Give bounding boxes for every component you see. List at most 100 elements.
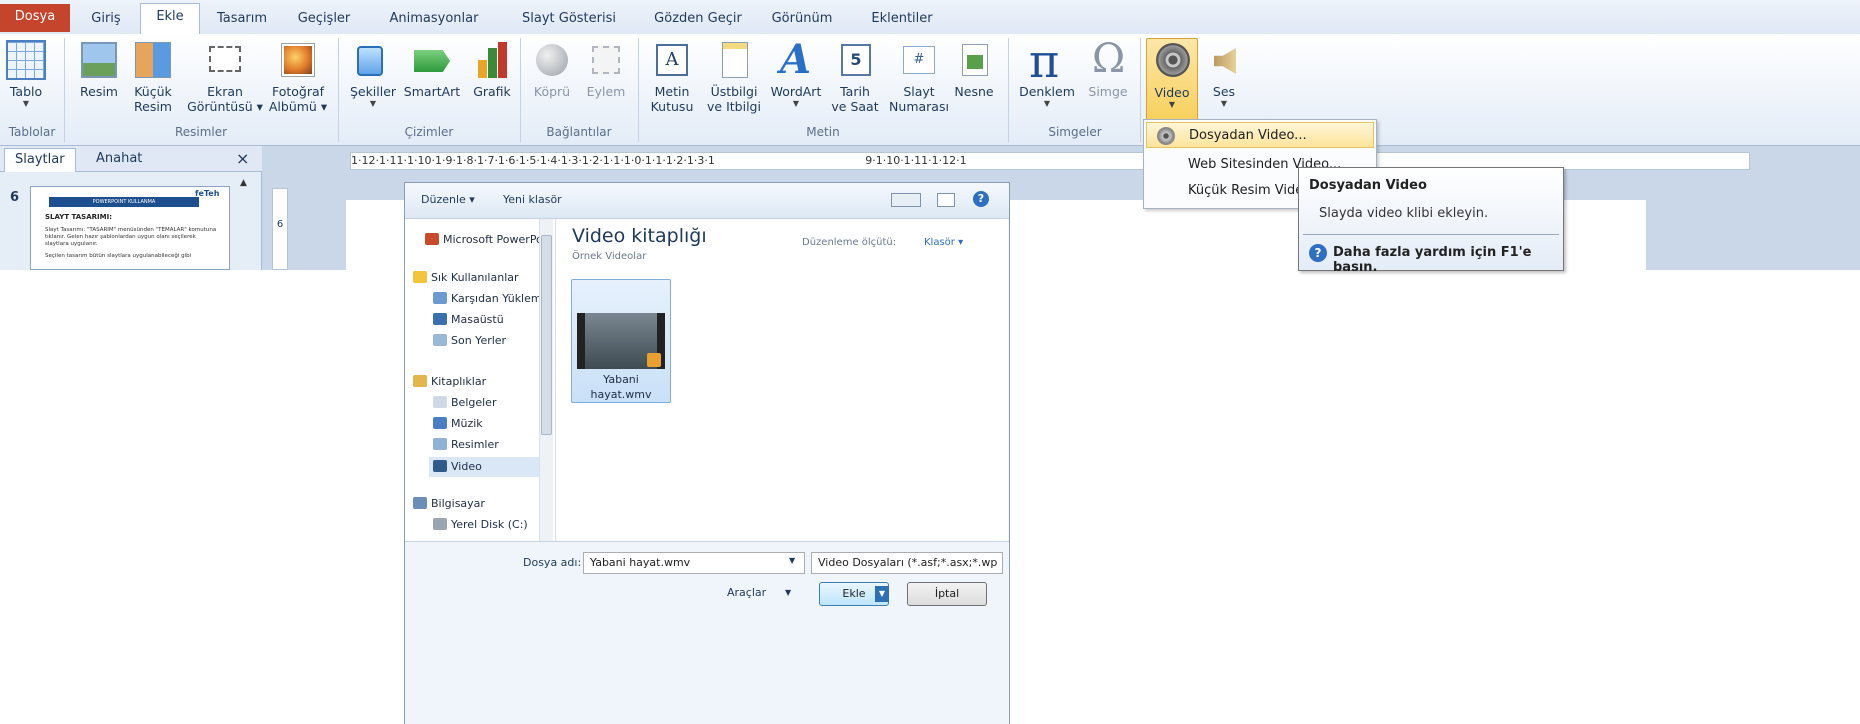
equation-button[interactable]: π Denklem ▼ — [1014, 34, 1080, 124]
nav-local-disk[interactable]: Yerel Disk (C:) — [433, 518, 528, 531]
chart-button[interactable]: Grafik — [466, 38, 518, 124]
action-button[interactable]: Eylem — [580, 38, 632, 124]
tab-anahat[interactable]: Anahat — [86, 148, 152, 172]
video-button[interactable]: Video ▼ — [1146, 38, 1198, 124]
new-folder-button[interactable]: Yeni klasör — [503, 193, 562, 206]
nav-scrollbar[interactable] — [539, 219, 553, 541]
thumb-logo: feTeh — [195, 189, 220, 198]
nav-video[interactable]: Video — [429, 457, 541, 477]
nav-label: Sık Kullanılanlar — [431, 271, 519, 284]
smartart-button[interactable]: SmartArt — [400, 38, 464, 124]
action-label: Eylem — [586, 84, 626, 99]
nav-downloads[interactable]: Karşıdan Yüklem — [433, 292, 542, 305]
nav-favorites[interactable]: Sık Kullanılanlar — [413, 271, 519, 284]
tab-eklentiler[interactable]: Eklentiler — [852, 6, 952, 34]
tab-slaytlar[interactable]: Slaytlar — [4, 148, 76, 172]
table-button[interactable]: Tablo ▼ — [0, 38, 52, 124]
preview-pane-icon[interactable] — [937, 193, 955, 207]
view-options-icon[interactable] — [891, 193, 921, 207]
nav-libraries[interactable]: Kitaplıklar — [413, 375, 486, 388]
textbox-button[interactable]: A Metin Kutusu — [644, 38, 700, 124]
disk-icon — [433, 518, 447, 530]
pictures-icon — [433, 438, 447, 450]
menu-item-video-from-file[interactable]: Dosyadan Video... — [1146, 122, 1374, 148]
date-time-button[interactable]: 5 Tarih ve Saat — [826, 38, 884, 124]
insert-dropdown-icon[interactable]: ▼ — [875, 586, 889, 602]
nav-desktop[interactable]: Masaüstü — [433, 313, 504, 326]
screenshot-button[interactable]: Ekran Görüntüsü ▾ — [182, 38, 268, 124]
wordart-button[interactable]: A WordArt ▼ — [766, 36, 826, 124]
tab-giris[interactable]: Giriş — [80, 6, 132, 34]
tab-gozden-gecir[interactable]: Gözden Geçir — [638, 6, 758, 34]
cancel-button[interactable]: İptal — [907, 582, 987, 606]
tab-tasarim[interactable]: Tasarım — [206, 6, 278, 34]
help-icon[interactable]: ? — [973, 191, 989, 207]
nav-label: Kitaplıklar — [431, 375, 487, 388]
nav-documents[interactable]: Belgeler — [433, 396, 496, 409]
recent-places-icon — [433, 334, 447, 346]
slide-number-button[interactable]: # Slayt Numarası — [884, 38, 954, 124]
screenshot-icon — [205, 40, 245, 80]
hyperlink-button[interactable]: Köprü — [526, 38, 578, 124]
date-time-label-1: Tarih — [840, 84, 870, 99]
tools-menu[interactable]: Araçlar — [727, 586, 766, 599]
audio-button[interactable]: Ses ▼ — [1200, 38, 1248, 124]
navigation-pane: Microsoft PowerPo Sık Kullanılanlar Karş… — [405, 219, 555, 541]
file-type-select[interactable]: Video Dosyaları (*.asf;*.asx;*.wp — [811, 552, 1003, 574]
nav-recent[interactable]: Son Yerler — [433, 334, 506, 347]
dropdown-arrow-icon: ▼ — [369, 99, 377, 108]
dialog-toolbar: Düzenle ▾ Yeni klasör ? — [405, 183, 1009, 219]
tab-animasyonlar[interactable]: Animasyonlar — [372, 6, 496, 34]
photo-album-label-2: Albümü — [268, 99, 317, 114]
group-resimler: Resimler — [174, 125, 228, 139]
thumb-bullet: Slayt Tasarımı: "TASARIM" menüsünden "TE… — [45, 227, 217, 247]
scroll-up-icon[interactable]: ▲ — [240, 178, 247, 188]
slide-number-label-2: Numarası — [889, 99, 949, 114]
tab-ekle[interactable]: Ekle — [140, 3, 200, 34]
ribbon-tab-row: Dosya Giriş Ekle Tasarım Geçişler Animas… — [0, 0, 1860, 34]
slide-number: 6 — [10, 190, 20, 205]
object-icon — [954, 40, 994, 80]
photo-album-button[interactable]: Fotoğraf Albümü ▾ — [262, 38, 334, 124]
filename-input[interactable]: Yabani hayat.wmv — [583, 552, 805, 574]
symbol-button[interactable]: Ω Simge — [1080, 36, 1136, 124]
filename-label: Dosya adı: — [523, 556, 582, 569]
scroll-thumb[interactable] — [541, 235, 552, 435]
picture-button[interactable]: Resim — [70, 38, 128, 124]
nav-pictures[interactable]: Resimler — [433, 438, 499, 451]
video-label: Video — [1154, 85, 1190, 100]
play-icon — [647, 353, 661, 367]
textbox-label-1: Metin — [654, 84, 690, 99]
file-name-line1: Yabani — [603, 373, 639, 386]
tab-gecisler[interactable]: Geçişler — [284, 6, 364, 34]
picture-label: Resim — [80, 84, 118, 99]
documents-icon — [433, 396, 447, 408]
nav-powerpoint[interactable]: Microsoft PowerPo — [425, 233, 543, 246]
wordart-label: WordArt — [770, 84, 822, 99]
dropdown-arrow-icon: ▼ — [22, 99, 30, 108]
object-button[interactable]: Nesne — [948, 38, 1000, 124]
organize-button[interactable]: Düzenle ▾ — [421, 193, 475, 206]
thumb-title: SLAYT TASARIMI: — [45, 213, 113, 221]
tab-gorunum[interactable]: Görünüm — [758, 6, 846, 34]
computer-icon — [413, 497, 427, 509]
tab-slayt-gosterisi[interactable]: Slayt Gösterisi — [504, 6, 634, 34]
shapes-button[interactable]: Şekiller ▼ — [344, 38, 402, 124]
nav-computer[interactable]: Bilgisayar — [413, 497, 485, 510]
clip-art-button[interactable]: Küçük Resim — [124, 38, 182, 124]
arrange-dropdown[interactable]: Klasör ▾ — [924, 237, 963, 248]
nav-label: Video — [451, 460, 482, 473]
tab-dosya[interactable]: Dosya — [0, 4, 70, 32]
slide-thumbnail[interactable]: POWERPOINT KULLANMA feTeh SLAYT TASARIMI… — [30, 186, 230, 270]
slide-number-label-1: Slayt — [903, 84, 935, 99]
ruler-text-right: 9·1·10·1·11·1·12·1 — [865, 154, 967, 167]
dropdown-arrow-icon[interactable]: ▼ — [785, 588, 791, 597]
dropdown-arrow-icon[interactable]: ▼ — [789, 556, 795, 565]
group-cizimler: Çizimler — [404, 125, 454, 139]
dropdown-arrow-icon: ▼ — [1043, 99, 1051, 108]
nav-music[interactable]: Müzik — [433, 417, 483, 430]
close-pane-icon[interactable]: × — [226, 148, 259, 172]
header-footer-button[interactable]: Üstbilgi ve Itbilgi — [700, 38, 768, 124]
ruler-text: 1·12·1·11·1·10·1·9·1·8·1·7·1·6·1·5·1·4·1… — [351, 154, 715, 167]
star-icon — [413, 271, 427, 283]
